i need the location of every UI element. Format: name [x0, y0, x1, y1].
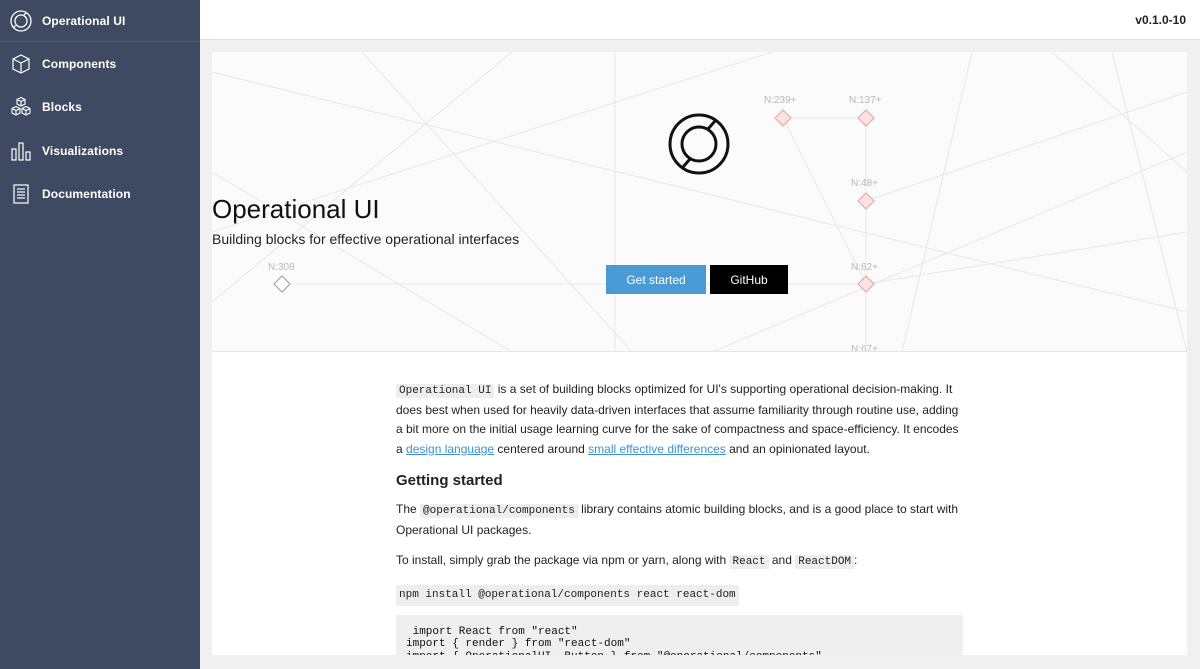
sidebar-brand[interactable]: Operational UI	[0, 0, 200, 42]
paragraph-text: To install, simply grab the package via …	[396, 553, 730, 568]
blocks-icon	[9, 95, 33, 119]
paragraph-text: and an opinionated layout.	[725, 441, 870, 456]
paragraph-text: and	[768, 553, 796, 568]
getting-started-heading: Getting started	[396, 471, 503, 489]
main-content: N:239+ N:137+ N:48+ N:308 N:62+ N:67+ Op…	[212, 52, 1187, 655]
sidebar-item-label: Components	[42, 56, 117, 71]
bar-chart-icon	[9, 139, 33, 163]
hero: N:239+ N:137+ N:48+ N:308 N:62+ N:67+ Op…	[212, 52, 1187, 352]
graph-node-label: N:67+	[851, 344, 878, 352]
graph-node-label: N:239+	[764, 95, 797, 106]
sidebar-brand-label: Operational UI	[42, 13, 126, 28]
code-block: import React from "react" import { rende…	[396, 614, 963, 655]
github-button[interactable]: GitHub	[710, 265, 788, 294]
inline-code: ReactDOM	[795, 555, 855, 570]
sidebar-item-components[interactable]: Components	[0, 42, 200, 86]
inline-code: Operational UI	[396, 384, 495, 398]
graph-node-label: N:62+	[851, 262, 878, 273]
components-paragraph: The @operational/components library cont…	[396, 500, 963, 540]
install-command: npm install @operational/components reac…	[396, 584, 739, 606]
graph-node-label: N:48+	[851, 178, 878, 189]
graph-node-label: N:308	[268, 262, 295, 273]
cube-icon	[9, 52, 33, 76]
get-started-button[interactable]: Get started	[606, 265, 706, 294]
sidebar-item-label: Documentation	[42, 187, 131, 202]
hero-title: Operational UI	[212, 194, 380, 224]
sidebar: Operational UI Components Blocks Visuali…	[0, 0, 200, 669]
inline-code: @operational/components	[420, 504, 578, 519]
sidebar-item-documentation[interactable]: Documentation	[0, 173, 200, 217]
design-language-link[interactable]: design language	[406, 442, 494, 456]
top-bar: v0.1.0-10	[200, 0, 1200, 40]
operational-logo-icon	[668, 113, 730, 175]
sidebar-item-label: Visualizations	[42, 143, 124, 158]
install-paragraph: To install, simply grab the package via …	[396, 551, 963, 572]
paragraph-text: The	[396, 502, 421, 517]
paragraph-text: :	[854, 553, 858, 568]
version-label: v0.1.0-10	[1135, 13, 1186, 27]
sidebar-item-label: Blocks	[42, 100, 82, 115]
hero-subtitle: Building blocks for effective operationa…	[212, 231, 520, 247]
sidebar-item-visualizations[interactable]: Visualizations	[0, 129, 200, 173]
inline-code: React	[729, 555, 769, 570]
graph-node-label: N:137+	[849, 95, 882, 106]
sidebar-item-blocks[interactable]: Blocks	[0, 86, 200, 130]
intro-paragraph: Operational UI is a set of building bloc…	[396, 380, 963, 459]
operational-logo-icon	[9, 9, 33, 33]
intro-article: Operational UI is a set of building bloc…	[396, 380, 963, 655]
paragraph-text: centered around	[494, 441, 589, 456]
document-icon	[9, 182, 33, 206]
small-effective-differences-link[interactable]: small effective differences	[588, 442, 726, 456]
